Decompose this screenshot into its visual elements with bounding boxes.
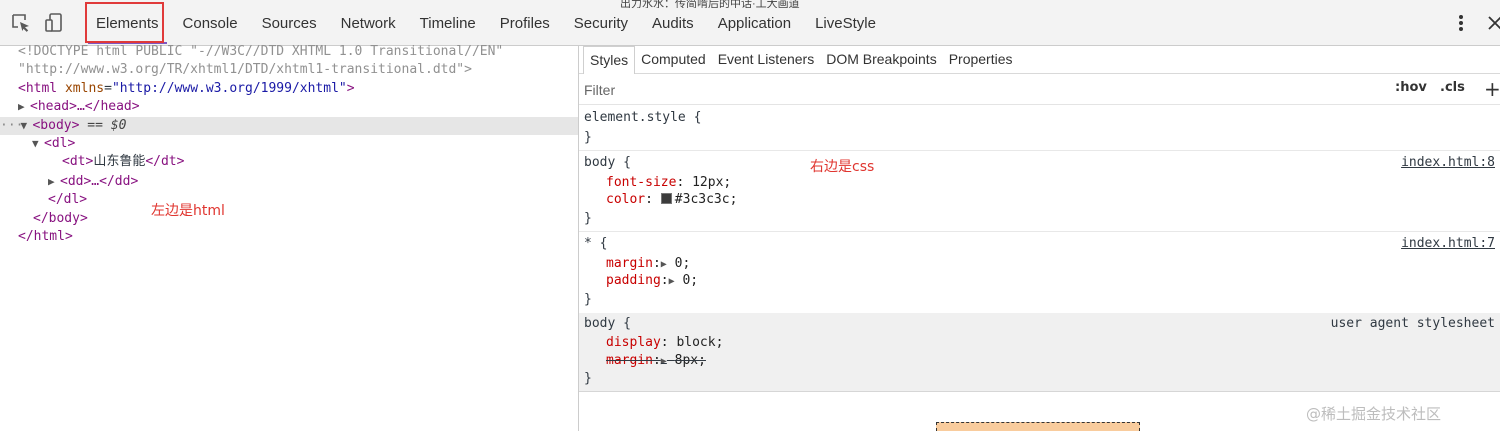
subtab-computed[interactable]: Computed	[635, 46, 712, 74]
rule-close-brace: }	[584, 130, 592, 145]
collapse-arrow-icon[interactable]: ▼	[20, 117, 32, 135]
dl-close-node[interactable]: </dl>	[48, 191, 87, 209]
more-options-icon[interactable]	[1451, 12, 1471, 34]
body-open-tag: <body>	[32, 118, 80, 133]
xmlns-attr-value: "http://www.w3.org/1999/xhtml"	[111, 81, 347, 96]
color-swatch-icon[interactable]	[660, 193, 672, 204]
user-agent-rule[interactable]: body { user agent stylesheet display: bl…	[579, 313, 1500, 391]
rule-selector: * {	[584, 236, 608, 251]
expand-arrow-icon[interactable]: ▶	[18, 98, 30, 116]
property-name: display	[606, 335, 661, 350]
tab-timeline[interactable]: Timeline	[408, 0, 488, 46]
filter-input[interactable]	[584, 81, 984, 99]
styles-pane: Styles Computed Event Listeners DOM Brea…	[579, 46, 1500, 431]
rule-selector: body {	[584, 316, 631, 331]
body-var: $0	[110, 118, 127, 133]
dom-tree: <!DOCTYPE html PUBLIC "-//W3C//DTD XHTML…	[0, 43, 578, 431]
property-value: 8px;	[674, 353, 706, 368]
subtab-styles[interactable]: Styles	[583, 46, 636, 74]
tab-network[interactable]: Network	[329, 0, 408, 46]
property-value: #3c3c3c;	[674, 192, 738, 207]
property-font-size[interactable]: font-size: 12px;	[606, 174, 731, 192]
box-model-diagram[interactable]	[936, 422, 1140, 431]
property-name: padding	[606, 273, 661, 288]
body-node-selected[interactable]: ···▼ <body> == $0	[0, 117, 578, 135]
divider	[579, 150, 1500, 151]
property-value: 12px;	[692, 175, 732, 190]
subtab-properties[interactable]: Properties	[943, 46, 1019, 74]
body-eq: ==	[79, 118, 111, 133]
dt-text: 山东鲁能	[93, 154, 146, 169]
sidebar-tabs: Styles Computed Event Listeners DOM Brea…	[579, 46, 1500, 74]
annotation-right: 右边是css	[810, 159, 875, 175]
property-padding[interactable]: padding:▶ 0;	[606, 272, 698, 290]
subtab-dom-breakpoints[interactable]: DOM Breakpoints	[820, 46, 942, 74]
source-link[interactable]: index.html:7	[1401, 235, 1495, 253]
head-node[interactable]: ▶ <head>…</head>	[18, 98, 140, 116]
doctype-line-2[interactable]: "http://www.w3.org/TR/xhtml1/DTD/xhtml1-…	[18, 61, 472, 79]
property-margin[interactable]: margin:▶ 0;	[606, 255, 690, 273]
dl-open-tag: <dl>	[44, 136, 76, 151]
property-name: font-size	[606, 175, 677, 190]
cls-button[interactable]: .cls	[1440, 80, 1465, 95]
tab-profiles[interactable]: Profiles	[488, 0, 562, 46]
filter-bar: :hov .cls +	[579, 75, 1500, 105]
universal-rule[interactable]: * { index.html:7 margin:▶ 0; padding:▶ 0…	[579, 235, 1500, 311]
subtab-event-listeners[interactable]: Event Listeners	[712, 46, 821, 74]
doctype-line[interactable]: <!DOCTYPE html PUBLIC "-//W3C//DTD XHTML…	[18, 43, 503, 61]
collapse-arrow-icon[interactable]: ▼	[32, 135, 44, 153]
rule-close-brace: }	[584, 292, 592, 307]
body-close-node[interactable]: </body>	[33, 210, 88, 228]
property-display[interactable]: display: block;	[606, 334, 723, 352]
property-name: margin	[606, 256, 653, 271]
property-value: 0;	[682, 273, 699, 288]
body-rule[interactable]: body { index.html:8 font-size: 12px; col…	[579, 154, 1500, 230]
annotation-left: 左边是html	[151, 203, 225, 219]
expand-arrow-icon[interactable]: ▶	[48, 173, 60, 191]
dt-open-tag: <dt>	[62, 154, 94, 169]
html-close-node[interactable]: </html>	[18, 228, 73, 246]
rule-close-brace: }	[584, 371, 592, 386]
element-style-selector: element.style {	[584, 110, 702, 125]
tab-sources[interactable]: Sources	[250, 0, 329, 46]
background-text: 出力水水：传简啃后的中话·工大画道	[620, 0, 800, 8]
dd-node[interactable]: ▶ <dd>…</dd>	[48, 173, 138, 191]
divider	[579, 391, 1500, 392]
dl-node[interactable]: ▼ <dl>	[32, 135, 75, 153]
dd-tag: <dd>…</dd>	[60, 174, 139, 189]
hov-button[interactable]: :hov	[1395, 80, 1427, 95]
property-value: 0;	[674, 256, 691, 271]
inspect-icon[interactable]	[10, 12, 32, 34]
property-margin-overridden[interactable]: margin:▶ 8px;	[606, 352, 706, 370]
devtools-toolbar: Elements Console Sources Network Timelin…	[0, 0, 1500, 46]
close-icon[interactable]	[1486, 12, 1500, 34]
divider	[579, 231, 1500, 232]
dt-node[interactable]: <dt>山东鲁能</dt>	[62, 153, 184, 171]
property-name: margin	[606, 353, 653, 368]
element-style-rule[interactable]: element.style { }	[579, 109, 1500, 149]
dt-close-tag: </dt>	[145, 154, 185, 169]
property-value: block;	[676, 335, 724, 350]
property-color[interactable]: color: #3c3c3c;	[606, 191, 737, 209]
tab-console[interactable]: Console	[171, 0, 250, 46]
tab-elements[interactable]: Elements	[84, 0, 171, 46]
source-label: user agent stylesheet	[1330, 316, 1495, 331]
source-link[interactable]: index.html:8	[1401, 154, 1495, 172]
head-tag: <head>…</head>	[30, 99, 140, 114]
rule-selector: body {	[584, 155, 631, 170]
xmlns-attr-name: xmlns	[64, 81, 105, 96]
device-toolbar-icon[interactable]	[43, 12, 65, 34]
html-open-bracket: >	[346, 81, 355, 96]
watermark: @稀土掘金技术社区	[1306, 405, 1442, 423]
rule-close-brace: }	[584, 211, 592, 226]
new-rule-button[interactable]: +	[1484, 77, 1500, 101]
html-node[interactable]: <html xmlns="http://www.w3.org/1999/xhtm…	[18, 80, 355, 98]
property-name: color	[606, 192, 646, 207]
html-open-tag: <html	[18, 81, 58, 96]
